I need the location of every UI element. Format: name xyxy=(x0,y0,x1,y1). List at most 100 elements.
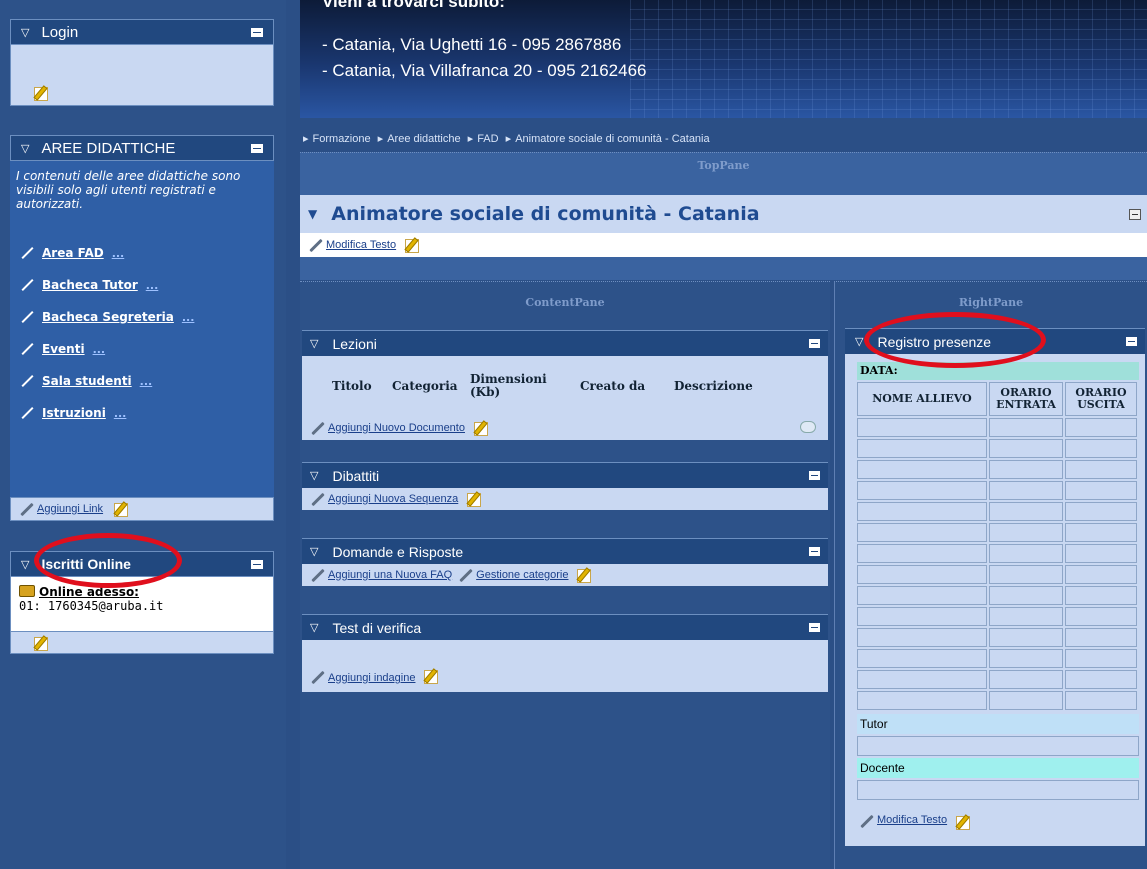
aree-link-sala-studenti[interactable]: Sala studenti... xyxy=(16,365,268,397)
registro-cell-nome[interactable] xyxy=(857,691,987,710)
registro-cell-entrata[interactable] xyxy=(989,418,1063,437)
column-header[interactable]: Dimensioni (Kb) xyxy=(470,373,580,399)
column-header[interactable]: Descrizione xyxy=(674,379,753,393)
breadcrumb-item[interactable]: Animatore sociale di comunità - Catania xyxy=(515,133,709,145)
registro-cell-nome[interactable] xyxy=(857,460,987,479)
edit-pencil-icon[interactable] xyxy=(576,567,592,583)
registro-cell-uscita[interactable] xyxy=(1065,607,1137,626)
registro-cell-entrata[interactable] xyxy=(989,607,1063,626)
lezioni-header[interactable]: ▽ Lezioni xyxy=(302,330,828,356)
collapse-triangle-icon[interactable]: ▽ xyxy=(310,545,318,558)
registro-cell-nome[interactable] xyxy=(857,544,987,563)
registro-cell-entrata[interactable] xyxy=(989,670,1063,689)
registro-cell-uscita[interactable] xyxy=(1065,481,1137,500)
registro-cell-nome[interactable] xyxy=(857,628,987,647)
edit-pencil-icon[interactable] xyxy=(33,635,49,651)
registro-cell-nome[interactable] xyxy=(857,586,987,605)
edit-pencil-icon[interactable] xyxy=(33,85,49,101)
registro-cell-nome[interactable] xyxy=(857,502,987,521)
more-dots[interactable]: ... xyxy=(182,311,195,324)
aree-link-label[interactable]: Bacheca Tutor xyxy=(42,278,138,292)
registro-cell-nome[interactable] xyxy=(857,481,987,500)
minimize-icon[interactable] xyxy=(1129,208,1141,220)
edit-pencil-icon[interactable] xyxy=(113,501,129,517)
dibattiti-header[interactable]: ▽ Dibattiti xyxy=(302,462,828,488)
registro-cell-entrata[interactable] xyxy=(989,586,1063,605)
registro-cell-uscita[interactable] xyxy=(1065,670,1137,689)
minimize-icon[interactable] xyxy=(809,547,820,556)
minimize-icon[interactable] xyxy=(251,559,263,569)
add-survey-link[interactable]: Aggiungi indagine xyxy=(328,672,415,684)
module-header[interactable]: ▼ Animatore sociale di comunità - Catani… xyxy=(300,195,1147,233)
iscritti-header[interactable]: ▽ Iscritti Online xyxy=(10,551,274,577)
registro-cell-nome[interactable] xyxy=(857,565,987,584)
edit-pencil-icon[interactable] xyxy=(955,814,971,830)
registro-cell-entrata[interactable] xyxy=(989,565,1063,584)
edit-pencil-icon[interactable] xyxy=(466,491,482,507)
edit-pencil-icon[interactable] xyxy=(404,237,420,253)
breadcrumb-item[interactable]: Formazione xyxy=(313,133,371,145)
registro-cell-entrata[interactable] xyxy=(989,439,1063,458)
collapse-triangle-icon[interactable]: ▽ xyxy=(21,558,29,571)
registro-cell-entrata[interactable] xyxy=(989,691,1063,710)
edit-pencil-icon[interactable] xyxy=(423,668,439,684)
docente-field[interactable] xyxy=(857,780,1139,800)
add-link-button[interactable]: Aggiungi Link xyxy=(37,503,103,515)
registro-cell-uscita[interactable] xyxy=(1065,628,1137,647)
edit-pencil-icon[interactable] xyxy=(473,420,489,436)
registro-cell-entrata[interactable] xyxy=(989,544,1063,563)
column-header[interactable]: Titolo xyxy=(332,379,392,393)
registro-cell-nome[interactable] xyxy=(857,670,987,689)
registro-cell-uscita[interactable] xyxy=(1065,418,1137,437)
registro-cell-entrata[interactable] xyxy=(989,649,1063,668)
registro-cell-uscita[interactable] xyxy=(1065,439,1137,458)
more-dots[interactable]: ... xyxy=(114,407,127,420)
manage-categories-link[interactable]: Gestione categorie xyxy=(476,569,568,581)
registro-cell-uscita[interactable] xyxy=(1065,544,1137,563)
registro-cell-uscita[interactable] xyxy=(1065,502,1137,521)
more-dots[interactable]: ... xyxy=(112,247,125,260)
faq-header[interactable]: ▽ Domande e Risposte xyxy=(302,538,828,564)
registro-cell-uscita[interactable] xyxy=(1065,691,1137,710)
aree-link-label[interactable]: Area FAD xyxy=(42,246,104,260)
minimize-icon[interactable] xyxy=(809,623,820,632)
registro-cell-nome[interactable] xyxy=(857,649,987,668)
aree-link-eventi[interactable]: Eventi... xyxy=(16,333,268,365)
aree-link-bacheca-tutor[interactable]: Bacheca Tutor... xyxy=(16,269,268,301)
registro-cell-nome[interactable] xyxy=(857,523,987,542)
registro-cell-entrata[interactable] xyxy=(989,628,1063,647)
minimize-icon[interactable] xyxy=(1126,337,1137,346)
registro-cell-uscita[interactable] xyxy=(1065,460,1137,479)
more-dots[interactable]: ... xyxy=(93,343,106,356)
online-now-label[interactable]: Online adesso: xyxy=(39,585,139,599)
login-header[interactable]: ▽ Login xyxy=(10,19,274,45)
aree-link-istruzioni[interactable]: Istruzioni... xyxy=(16,397,268,429)
aree-header[interactable]: ▽ AREE DIDATTICHE xyxy=(10,135,274,161)
collapse-triangle-icon[interactable]: ▽ xyxy=(21,26,29,39)
collapse-triangle-icon[interactable]: ▼ xyxy=(308,207,317,221)
aree-link-label[interactable]: Eventi xyxy=(42,342,85,356)
minimize-icon[interactable] xyxy=(809,471,820,480)
column-header[interactable]: Creato da xyxy=(580,379,674,393)
registro-cell-entrata[interactable] xyxy=(989,502,1063,521)
add-sequence-link[interactable]: Aggiungi Nuova Sequenza xyxy=(328,493,458,505)
column-header[interactable]: Categoria xyxy=(392,379,470,393)
registro-cell-uscita[interactable] xyxy=(1065,586,1137,605)
collapse-triangle-icon[interactable]: ▽ xyxy=(310,337,318,350)
registro-cell-uscita[interactable] xyxy=(1065,565,1137,584)
minimize-icon[interactable] xyxy=(251,143,263,153)
collapse-triangle-icon[interactable]: ▽ xyxy=(855,335,863,348)
edit-text-link[interactable]: Modifica Testo xyxy=(877,814,947,826)
edit-text-link[interactable]: Modifica Testo xyxy=(326,239,396,251)
tutor-field[interactable] xyxy=(857,736,1139,756)
add-document-link[interactable]: Aggiungi Nuovo Documento xyxy=(328,422,465,434)
collapse-triangle-icon[interactable]: ▽ xyxy=(310,621,318,634)
collapse-triangle-icon[interactable]: ▽ xyxy=(310,469,318,482)
test-header[interactable]: ▽ Test di verifica xyxy=(302,614,828,640)
breadcrumb-item[interactable]: Aree didattiche xyxy=(387,133,460,145)
breadcrumb-item[interactable]: FAD xyxy=(477,133,498,145)
aree-link-area-fad[interactable]: Area FAD... xyxy=(16,237,268,269)
registro-header[interactable]: ▽ Registro presenze xyxy=(845,328,1145,354)
aree-link-bacheca-segreteria[interactable]: Bacheca Segreteria... xyxy=(16,301,268,333)
registro-cell-uscita[interactable] xyxy=(1065,523,1137,542)
